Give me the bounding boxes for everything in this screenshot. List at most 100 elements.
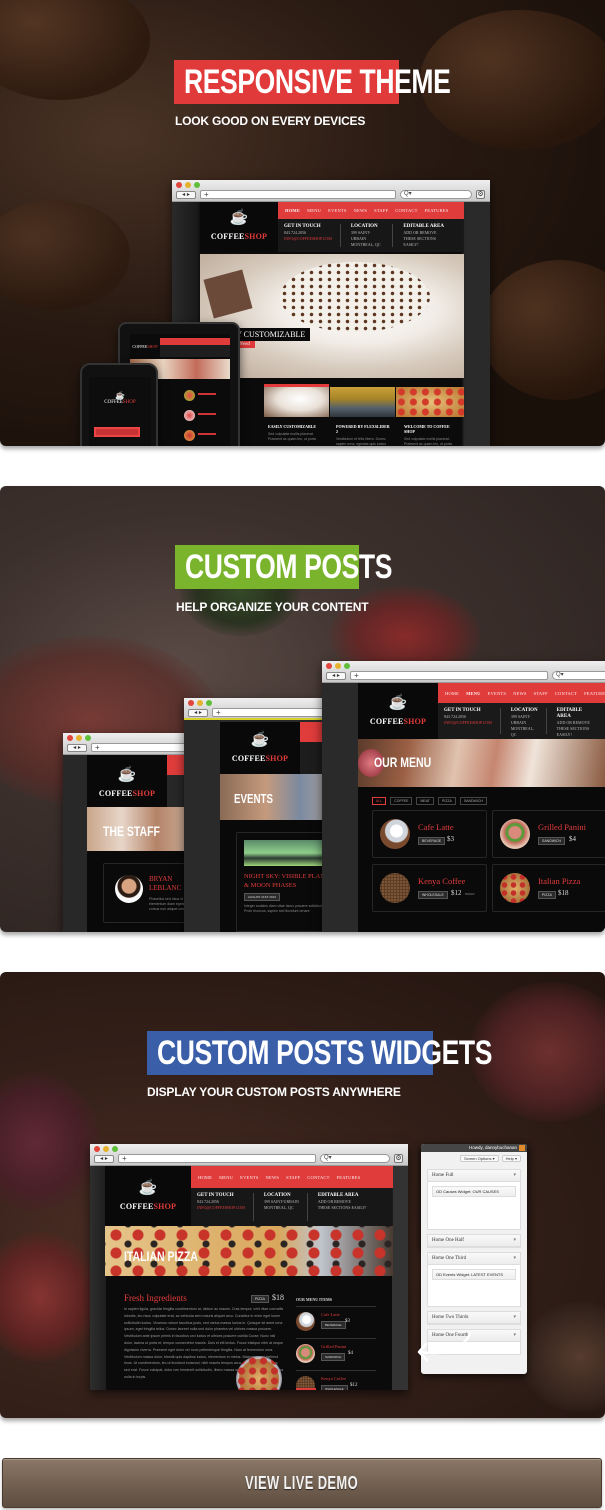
phone-mockup: ☕ COFFEESHOP <box>80 363 158 446</box>
nav-staff[interactable]: STAFF <box>374 208 388 213</box>
sidebar-item-name[interactable]: Grilled Panini <box>321 1344 346 1349</box>
site-info-bar: GET IN TOUCH 843.724.2056 INFO@COFFEESHOP.… <box>438 703 605 739</box>
section-subtitle: HELP ORGANIZE YOUR CONTENT <box>176 600 369 614</box>
nav-menu[interactable]: MENU <box>219 1175 233 1180</box>
nav-features[interactable]: FEATURES <box>425 208 449 213</box>
widget-area-home-one-half[interactable]: Home One Half <box>427 1234 521 1248</box>
browser-toolbar: ◂ ▸ + Q▾ ⚙ <box>90 1144 408 1166</box>
widget-area-home-one-third[interactable]: Home One Third OD Events Widget: LATEST … <box>427 1252 521 1307</box>
nav-news[interactable]: NEWS <box>266 1175 280 1180</box>
gear-icon[interactable]: ⚙ <box>394 1154 403 1163</box>
browser-toolbar: ◂ ▸ + <box>184 698 334 720</box>
menu-item-name[interactable]: Kenya Coffee <box>418 876 465 886</box>
screen-options-button[interactable]: Screen Options ▾ <box>459 1155 499 1162</box>
help-button[interactable]: Help ▾ <box>501 1155 521 1162</box>
widget-area-home-full[interactable]: Home Full OD Causes Widget: OUR CAUSES <box>427 1169 521 1230</box>
nav-events[interactable]: EVENTS <box>328 208 346 213</box>
wp-admin-bar: Howdy, dannybuchanan <box>421 1144 527 1152</box>
coffee-bean-decoration <box>0 200 130 310</box>
hero-title: ITALIAN PIZZA <box>124 1248 198 1264</box>
nav-events[interactable]: EVENTS <box>240 1175 258 1180</box>
section-badge: RESPONSIVE THEME <box>184 63 451 101</box>
gear-icon[interactable]: ⚙ <box>476 190 485 199</box>
widget-item[interactable]: OD Events Widget: LATEST EVENTS <box>432 1269 516 1280</box>
nav-contact[interactable]: CONTACT <box>307 1175 329 1180</box>
back-forward-buttons[interactable]: ◂ ▸ <box>94 1155 114 1163</box>
menu-item-name[interactable]: Cafe Latte <box>418 822 454 832</box>
nav-staff[interactable]: STAFF <box>534 691 548 696</box>
nav-menu[interactable]: MENU <box>466 691 481 696</box>
fig-decoration <box>0 1232 100 1362</box>
filter-sandwich[interactable]: SANDWICH <box>459 797 487 805</box>
back-forward-buttons[interactable]: ◂ ▸ <box>326 672 346 680</box>
url-bar[interactable]: + <box>212 708 332 717</box>
url-bar[interactable]: + <box>350 671 548 680</box>
widget-area-title[interactable]: Home One Third <box>428 1253 520 1265</box>
sidebar-item-name[interactable]: Kenya Coffee <box>321 1376 346 1381</box>
sidebar-more-button[interactable] <box>296 1388 316 1390</box>
sidebar-item-price: $3 <box>345 1319 350 1324</box>
nav-features[interactable]: FEATURES <box>337 1175 361 1180</box>
widget-area-home-two-thirds[interactable]: Home Two Thirds <box>427 1311 521 1325</box>
menu-item-price: $18 <box>558 889 569 897</box>
filter-pizza[interactable]: PIZZA <box>437 797 456 805</box>
browser-search-field[interactable]: Q▾ <box>552 671 605 680</box>
widget-area-title[interactable]: Home Two Thirds <box>428 1312 520 1324</box>
browser-toolbar: ◂ ▸ + Q▾ ⚙ <box>172 180 490 202</box>
info-editable: EDITABLE AREA ADD OR REMOVE THESE SECTIONS… <box>556 708 590 737</box>
nav-home[interactable]: HOME <box>198 1175 212 1180</box>
back-forward-buttons[interactable]: ◂ ▸ <box>67 744 87 752</box>
back-forward-buttons[interactable]: ◂ ▸ <box>176 191 196 199</box>
widget-item[interactable]: OD Causes Widget: OUR CAUSES <box>432 1186 516 1197</box>
section-subtitle: DISPLAY YOUR CUSTOM POSTS ANYWHERE <box>147 1085 401 1099</box>
back-forward-buttons[interactable]: ◂ ▸ <box>188 709 208 717</box>
nav-contact[interactable]: CONTACT <box>395 208 417 213</box>
url-bar[interactable]: + <box>118 1154 316 1163</box>
tablet-item-title <box>198 433 216 435</box>
sidebar-item-price: $12 <box>350 1383 358 1388</box>
events-content: NIGHT SKY: VISIBLE PLANETS & MOON PHASES… <box>220 820 334 932</box>
info-editable: EDITABLE AREA ADD OR REMOVE THESE SECTIONS… <box>403 224 444 247</box>
widget-area-title[interactable]: Home Full <box>428 1170 520 1182</box>
menu-item-price: $4 <box>569 835 576 843</box>
widget-area-title[interactable]: Home One Half <box>428 1235 520 1247</box>
filter-meat[interactable]: MEAT <box>416 797 434 805</box>
nav-staff[interactable]: STAFF <box>286 1175 300 1180</box>
menu-item-name[interactable]: Italian Pizza <box>538 876 580 886</box>
menu-item-name[interactable]: Grilled Panini <box>538 822 586 832</box>
nav-events[interactable]: EVENTS <box>488 691 506 696</box>
menu-item-thumb <box>500 819 530 849</box>
wp-screen-buttons: Screen Options ▾ Help ▾ <box>421 1152 527 1165</box>
url-bar[interactable]: + <box>200 190 396 199</box>
nav-news[interactable]: NEWS <box>513 691 527 696</box>
filter-all[interactable]: ALL <box>372 797 387 805</box>
sidebar-item-name[interactable]: Cafe Latte <box>321 1312 340 1317</box>
view-live-demo-button[interactable]: VIEW LIVE DEMO <box>2 1458 602 1508</box>
user-avatar <box>519 1145 525 1151</box>
filter-coffee[interactable]: COFFEE <box>390 797 413 805</box>
phone-menu-dropdown[interactable] <box>94 427 140 437</box>
nav-features[interactable]: FEATURES <box>584 691 605 696</box>
browser-search-field[interactable]: Q▾ <box>320 1154 390 1163</box>
widget-drop-zone <box>428 1284 520 1306</box>
nav-news[interactable]: NEWS <box>354 208 368 213</box>
browser-toolbar: ◂ ▸ + <box>63 733 203 755</box>
close-dot-icon <box>176 182 182 188</box>
browser-search-field[interactable]: Q▾ <box>400 190 472 199</box>
tablet-logo: COFFEESHOP <box>132 344 158 349</box>
menu-browser-mockup: ◂ ▸ + Q▾ ☕ COFFEESHOP HOME MENU EVENTS N… <box>322 661 605 932</box>
nav-home[interactable]: HOME <box>445 691 459 696</box>
events-hero: EVENTS <box>220 774 334 820</box>
hero-title: EVENTS <box>234 791 274 806</box>
nav-contact[interactable]: CONTACT <box>555 691 577 696</box>
tablet-thumb <box>184 430 195 441</box>
coffee-cup-icon: ☕ <box>388 695 408 711</box>
site-logo: ☕ COFFEESHOP <box>105 1166 191 1226</box>
menu-item-extra: 500GR <box>465 892 475 896</box>
minimize-dot-icon <box>103 1146 109 1152</box>
event-title: NIGHT SKY: VISIBLE PLANETS & MOON PHASES <box>244 873 334 889</box>
browser-toolbar: ◂ ▸ + Q▾ <box>322 661 605 683</box>
nav-menu[interactable]: MENU <box>307 208 321 213</box>
nav-home[interactable]: HOME <box>285 208 300 213</box>
close-dot-icon <box>67 735 73 741</box>
